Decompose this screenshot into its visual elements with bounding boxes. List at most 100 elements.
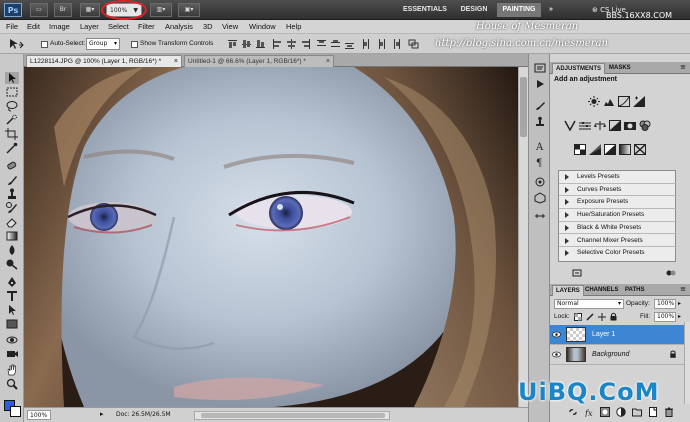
- lasso-tool-icon[interactable]: [5, 100, 19, 112]
- threshold-icon[interactable]: [604, 144, 616, 155]
- clone-source-panel-icon[interactable]: [534, 116, 546, 128]
- menu-analysis[interactable]: Analysis: [165, 21, 193, 33]
- brightness-contrast-icon[interactable]: [588, 96, 600, 107]
- channel-mixer-icon[interactable]: [639, 120, 651, 131]
- blend-mode-dropdown[interactable]: Normal ▾: [554, 299, 624, 309]
- menu-edit[interactable]: Edit: [27, 21, 40, 33]
- hue-saturation-icon[interactable]: [579, 120, 591, 131]
- healing-brush-tool-icon[interactable]: [5, 160, 19, 172]
- curves-icon[interactable]: [618, 96, 630, 107]
- close-icon[interactable]: ×: [174, 56, 178, 67]
- gradient-tool-icon[interactable]: [5, 230, 19, 242]
- menu-window[interactable]: Window: [249, 21, 276, 33]
- distribute-bottom-icon[interactable]: [344, 39, 355, 49]
- tab-channels[interactable]: CHANNELS: [582, 285, 621, 296]
- document-canvas[interactable]: [24, 67, 518, 407]
- fill-slider-icon[interactable]: ▸: [678, 312, 681, 322]
- workspace-painting-button[interactable]: PAINTING: [497, 3, 541, 17]
- opacity-field[interactable]: 100%: [654, 299, 676, 309]
- preset-curves[interactable]: Curves Presets: [559, 184, 677, 197]
- brush-panel-icon[interactable]: [534, 100, 546, 112]
- scrollbar-thumb[interactable]: [201, 413, 385, 418]
- document-tab-active[interactable]: L1228114.JPG @ 100% (Layer 1, RGB/16*) *…: [26, 55, 182, 67]
- new-layer-icon[interactable]: [648, 407, 658, 417]
- align-vcenter-icon[interactable]: [241, 39, 252, 49]
- 3d-panel-icon[interactable]: [534, 192, 546, 204]
- fill-field[interactable]: 100%: [654, 312, 676, 322]
- preset-black-white[interactable]: Black & White Presets: [559, 222, 677, 235]
- photo-filter-icon[interactable]: [624, 120, 636, 131]
- zoom-tool-icon[interactable]: [5, 378, 19, 390]
- menu-layer[interactable]: Layer: [80, 21, 99, 33]
- selective-color-icon[interactable]: [634, 144, 646, 155]
- lock-transparency-icon[interactable]: [574, 313, 582, 321]
- vibrance-icon[interactable]: [564, 120, 576, 131]
- workspace-essentials-button[interactable]: ESSENTIALS: [398, 3, 452, 17]
- preset-levels[interactable]: Levels Presets: [559, 171, 677, 184]
- menu-filter[interactable]: Filter: [138, 21, 155, 33]
- tab-layers[interactable]: LAYERS: [552, 285, 584, 296]
- layer-name[interactable]: Layer 1: [592, 329, 615, 340]
- lock-all-icon[interactable]: [610, 312, 617, 321]
- add-mask-icon[interactable]: [600, 407, 610, 417]
- visibility-eye-icon[interactable]: [552, 331, 561, 338]
- tool-presets-panel-icon[interactable]: [534, 176, 546, 188]
- menu-help[interactable]: Help: [286, 21, 301, 33]
- menu-3d[interactable]: 3D: [203, 21, 213, 33]
- tab-adjustments[interactable]: ADJUSTMENTS: [552, 63, 606, 74]
- 3d-rotate-tool-icon[interactable]: [5, 334, 19, 346]
- preset-channel-mixer[interactable]: Channel Mixer Presets: [559, 235, 677, 248]
- preset-hue-saturation[interactable]: Hue/Saturation Presets: [559, 209, 677, 222]
- bridge-icon[interactable]: Br: [54, 3, 72, 17]
- workspace-design-button[interactable]: DESIGN: [456, 3, 492, 17]
- posterize-icon[interactable]: [589, 144, 601, 155]
- new-group-icon[interactable]: [632, 407, 642, 417]
- gradient-map-icon[interactable]: [619, 144, 631, 155]
- document-tab[interactable]: Untitled-1 @ 66.6% (Layer 1, RGB/16*) * …: [184, 55, 334, 67]
- layer-style-icon[interactable]: fx: [584, 407, 594, 417]
- lock-pixels-icon[interactable]: [586, 313, 594, 321]
- path-selection-tool-icon[interactable]: [5, 304, 19, 316]
- lock-position-icon[interactable]: [598, 313, 606, 321]
- view-extras-icon[interactable]: ▦▾: [80, 3, 100, 17]
- menu-select[interactable]: Select: [108, 21, 129, 33]
- move-tool-icon[interactable]: [8, 38, 24, 50]
- blur-tool-icon[interactable]: [5, 244, 19, 256]
- canvas-vertical-scrollbar[interactable]: [518, 67, 528, 407]
- marquee-tool-icon[interactable]: [5, 86, 19, 98]
- layer-row-layer-1[interactable]: Layer 1: [550, 325, 684, 345]
- trash-icon[interactable]: [664, 407, 674, 417]
- close-icon[interactable]: ×: [326, 56, 330, 67]
- invert-icon[interactable]: [574, 144, 586, 155]
- link-layers-icon[interactable]: [568, 407, 578, 417]
- history-brush-tool-icon[interactable]: [5, 202, 19, 214]
- distribute-vcenter-icon[interactable]: [330, 39, 341, 49]
- eraser-tool-icon[interactable]: [5, 216, 19, 228]
- visibility-eye-icon[interactable]: [552, 351, 561, 358]
- show-transform-checkbox[interactable]: [131, 41, 138, 48]
- arrange-documents-icon[interactable]: ▥▾: [150, 3, 172, 17]
- brush-tool-icon[interactable]: [5, 174, 19, 186]
- distribute-left-icon[interactable]: [362, 39, 373, 49]
- new-adjustment-layer-icon[interactable]: [616, 407, 626, 417]
- auto-align-layers-icon[interactable]: [408, 39, 419, 49]
- layers-scrollbar[interactable]: [684, 322, 690, 404]
- return-to-list-icon[interactable]: [572, 268, 582, 278]
- align-bottom-icon[interactable]: [255, 39, 266, 49]
- measurement-panel-icon[interactable]: [534, 210, 546, 222]
- actions-panel-icon[interactable]: [534, 78, 546, 90]
- pen-tool-icon[interactable]: [5, 276, 19, 288]
- layer-row-background[interactable]: Background: [550, 345, 684, 365]
- preset-selective-color[interactable]: Selective Color Presets: [559, 247, 677, 260]
- panel-menu-icon[interactable]: ≡: [680, 285, 686, 293]
- distribute-top-icon[interactable]: [316, 39, 327, 49]
- panel-menu-icon[interactable]: ≡: [680, 63, 686, 71]
- quick-selection-tool-icon[interactable]: [5, 114, 19, 126]
- align-left-icon[interactable]: [272, 39, 283, 49]
- tab-masks[interactable]: MASKS: [606, 63, 634, 74]
- 3d-camera-tool-icon[interactable]: [5, 348, 19, 360]
- opacity-slider-icon[interactable]: ▸: [678, 299, 681, 309]
- align-hcenter-icon[interactable]: [286, 39, 297, 49]
- preset-exposure[interactable]: Exposure Presets: [559, 196, 677, 210]
- menu-view[interactable]: View: [222, 21, 238, 33]
